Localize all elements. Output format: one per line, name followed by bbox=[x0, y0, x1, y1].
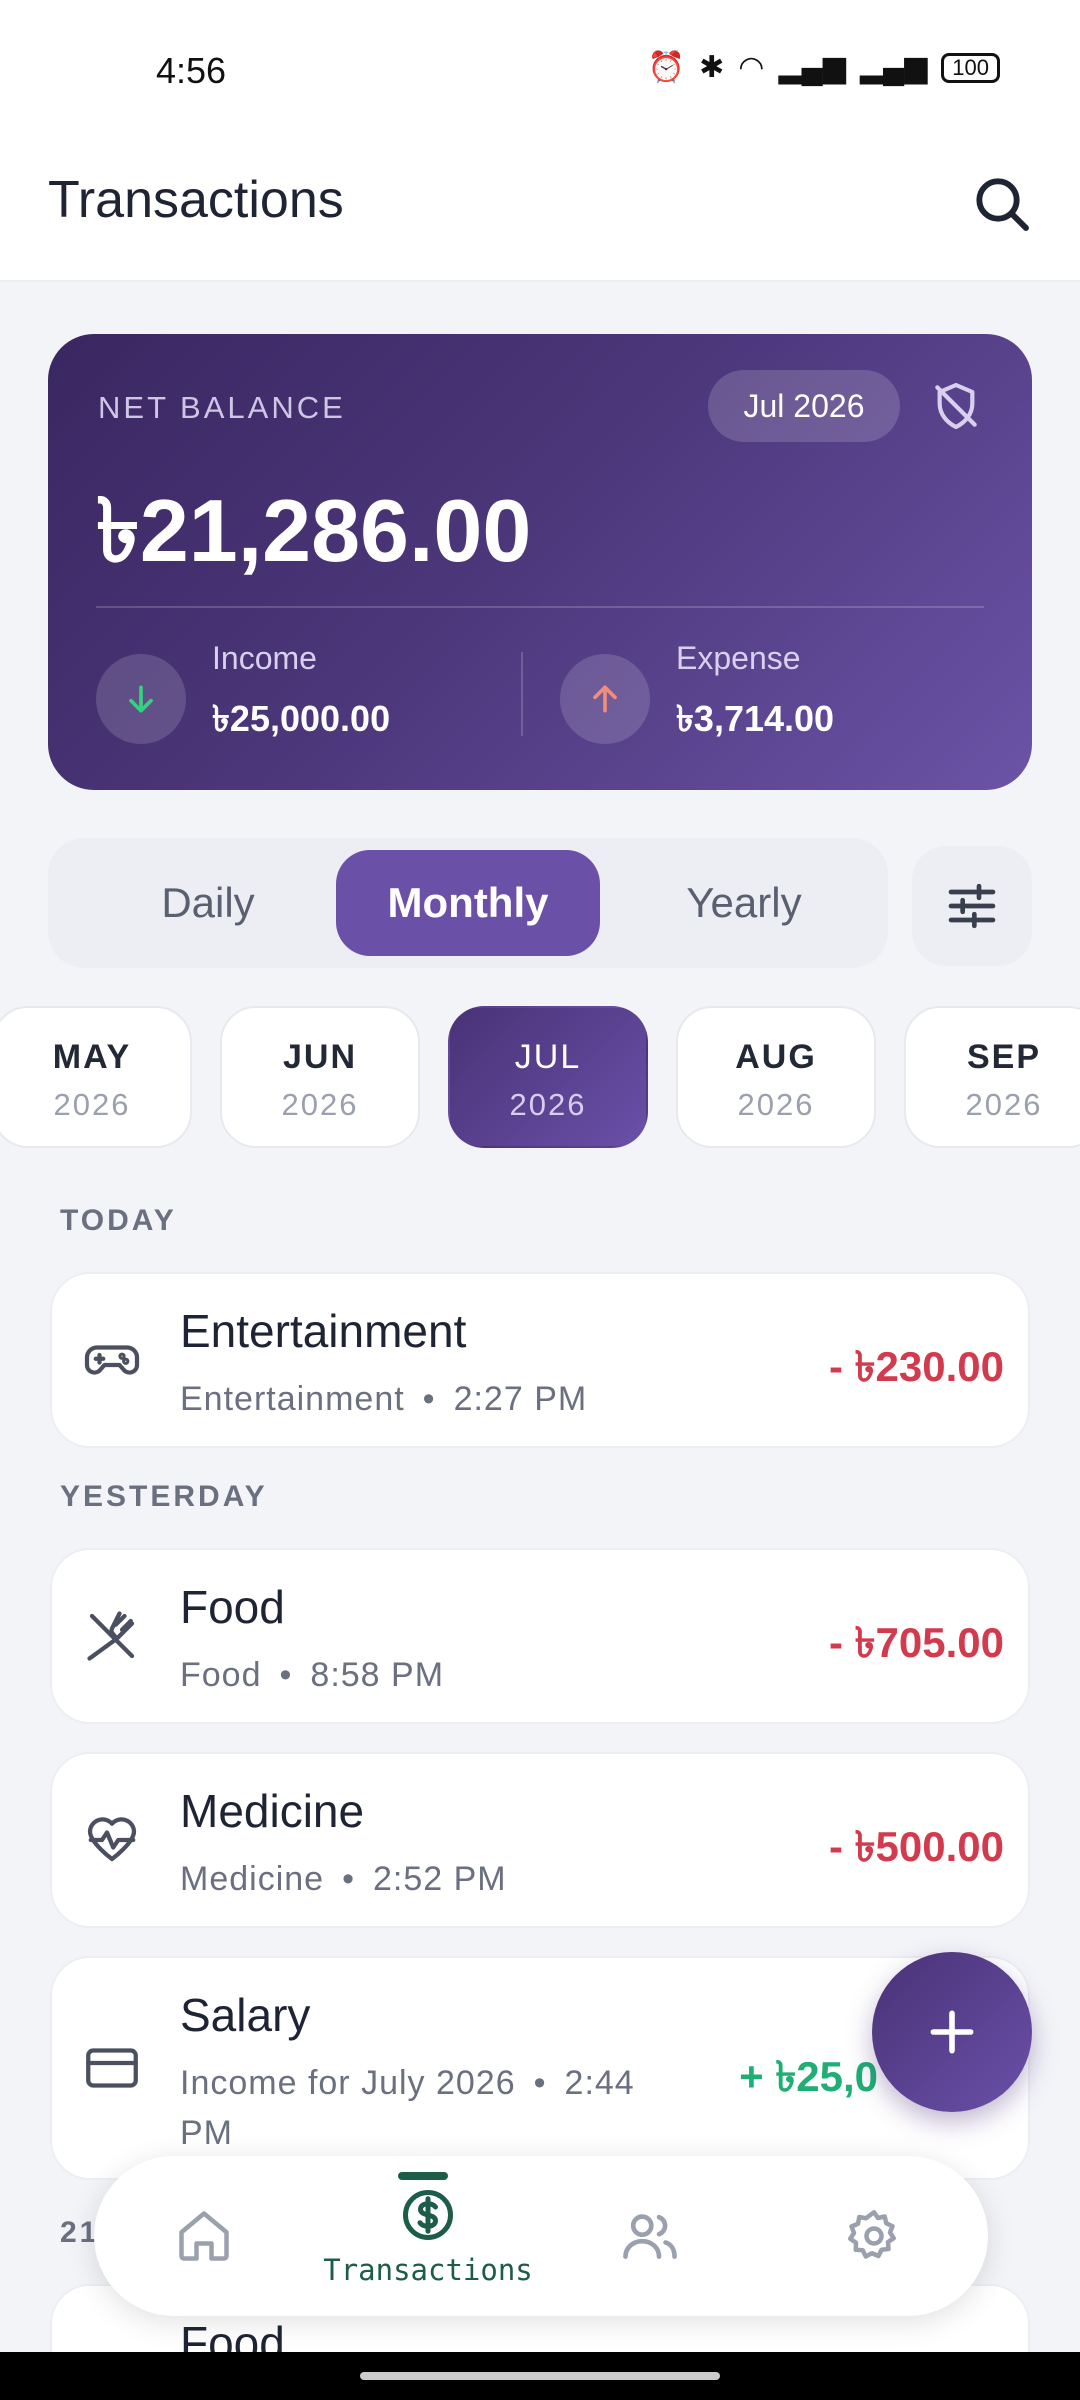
wifi-icon: ◠ bbox=[738, 51, 765, 84]
period-tabs: Daily Monthly Yearly bbox=[48, 838, 888, 968]
expense-value: ৳3,714.00 bbox=[676, 698, 835, 739]
transaction-amount: - ৳500.00 bbox=[828, 1823, 1004, 1870]
month-name: JUN bbox=[282, 1038, 358, 1076]
month-chip[interactable]: MAY 2026 bbox=[0, 1006, 192, 1148]
expense-label: Expense bbox=[676, 640, 801, 676]
month-chip[interactable]: SEP 2026 bbox=[904, 1006, 1080, 1148]
status-bar: 4:56 ⏰ ✱ ◠ ▂▄▆ ▂▄▆ 100 bbox=[0, 0, 1080, 140]
bluetooth-icon: ✱ bbox=[699, 51, 725, 84]
battery-icon: 100 bbox=[941, 52, 1000, 83]
stat-separator bbox=[521, 652, 523, 736]
bottom-nav: Transactions bbox=[94, 2156, 988, 2316]
transaction-subtitle: Income for July 2026 • 2:44 bbox=[180, 2064, 635, 2102]
nav-home[interactable] bbox=[114, 2156, 294, 2316]
section-yesterday: YESTERDAY bbox=[60, 1480, 268, 1513]
income-label: Income bbox=[212, 640, 317, 676]
income-arrow-icon bbox=[96, 654, 186, 744]
nav-transactions-label: Transactions bbox=[323, 2253, 533, 2287]
month-name: SEP bbox=[966, 1038, 1042, 1076]
users-icon bbox=[623, 2214, 677, 2259]
month-year: 2026 bbox=[509, 1087, 587, 1122]
page-title: Transactions bbox=[48, 171, 344, 229]
expense-stat: Expense ৳3,714.00 bbox=[560, 634, 980, 754]
balance-divider bbox=[96, 606, 984, 608]
tab-daily[interactable]: Daily bbox=[78, 850, 338, 956]
search-icon bbox=[976, 178, 1029, 231]
credit-card-icon bbox=[80, 2036, 144, 2100]
month-chip-selected[interactable]: JUL 2026 bbox=[448, 1006, 648, 1148]
income-stat: Income ৳25,000.00 bbox=[96, 634, 496, 754]
home-gesture-handle[interactable] bbox=[360, 2372, 720, 2380]
month-chip[interactable]: AUG 2026 bbox=[676, 1006, 876, 1148]
transaction-amount: - ৳230.00 bbox=[828, 1343, 1004, 1390]
transaction-row[interactable]: Medicine Medicine • 2:52 PM - ৳500.00 bbox=[50, 1752, 1030, 1928]
expense-arrow-icon bbox=[560, 654, 650, 744]
month-name: AUG bbox=[735, 1038, 817, 1076]
privacy-toggle[interactable] bbox=[922, 372, 990, 440]
month-name: MAY bbox=[52, 1038, 132, 1076]
transaction-title: Entertainment bbox=[180, 1305, 467, 1357]
month-year: 2026 bbox=[965, 1087, 1043, 1122]
transaction-subtitle: Food • 8:58 PM bbox=[180, 1656, 445, 1694]
heartbeat-icon bbox=[80, 1808, 144, 1872]
alarm-icon: ⏰ bbox=[647, 51, 686, 84]
app-header: Transactions bbox=[0, 140, 1080, 282]
plus-icon bbox=[930, 2010, 974, 2054]
balance-period-pill[interactable]: Jul 2026 bbox=[708, 370, 900, 442]
nav-settings[interactable] bbox=[784, 2156, 964, 2316]
net-balance-amount: ৳21,286.00 bbox=[96, 481, 532, 580]
month-year: 2026 bbox=[281, 1087, 359, 1122]
nav-active-indicator bbox=[398, 2172, 448, 2180]
transaction-row[interactable]: Food Food • 8:58 PM - ৳705.00 bbox=[50, 1548, 1030, 1724]
shield-off-icon bbox=[935, 382, 977, 430]
transaction-amount: + ৳25,0 bbox=[739, 2053, 878, 2100]
balance-card: NET BALANCE Jul 2026 ৳21,286.00 Income ৳… bbox=[48, 334, 1032, 790]
transaction-title: Medicine bbox=[180, 1785, 365, 1837]
system-nav-bar bbox=[0, 2352, 1080, 2400]
transaction-subtitle-wrap: PM bbox=[180, 2114, 233, 2152]
signal-icon-2: ▂▄▆ bbox=[859, 51, 928, 84]
month-chip[interactable]: JUN 2026 bbox=[220, 1006, 420, 1148]
signal-icon: ▂▄▆ bbox=[778, 51, 846, 84]
filter-button[interactable] bbox=[912, 846, 1032, 966]
tab-yearly[interactable]: Yearly bbox=[614, 850, 874, 956]
transaction-subtitle: Entertainment • 2:27 PM bbox=[180, 1380, 588, 1418]
tab-monthly[interactable]: Monthly bbox=[336, 850, 600, 956]
month-year: 2026 bbox=[53, 1087, 131, 1122]
nav-people[interactable] bbox=[560, 2156, 740, 2316]
nav-transactions[interactable]: Transactions bbox=[323, 2156, 533, 2316]
gamepad-icon bbox=[80, 1328, 144, 1392]
gear-icon bbox=[848, 2210, 896, 2259]
add-transaction-button[interactable] bbox=[872, 1952, 1032, 2112]
section-today: TODAY bbox=[60, 1204, 177, 1237]
balance-label: NET BALANCE bbox=[98, 390, 346, 425]
search-button[interactable] bbox=[960, 162, 1044, 246]
sliders-icon bbox=[948, 883, 996, 929]
fork-knife-icon bbox=[80, 1604, 144, 1668]
transaction-row[interactable]: Entertainment Entertainment • 2:27 PM - ৳2… bbox=[50, 1272, 1030, 1448]
income-value: ৳25,000.00 bbox=[212, 698, 391, 739]
transaction-title: Salary bbox=[180, 1989, 311, 2041]
status-time: 4:56 bbox=[156, 50, 227, 91]
month-selector: MAY 2026 JUN 2026 JUL 2026 AUG 2026 SEP … bbox=[0, 1006, 1080, 1150]
status-icons: ⏰ ✱ ◠ ▂▄▆ ▂▄▆ 100 bbox=[648, 50, 1000, 85]
transaction-title: Food bbox=[180, 1581, 285, 1633]
dollar-circle-icon bbox=[403, 2190, 453, 2240]
transaction-amount: - ৳705.00 bbox=[828, 1619, 1004, 1666]
transaction-subtitle: Medicine • 2:52 PM bbox=[180, 1860, 507, 1898]
home-icon bbox=[179, 2211, 229, 2261]
month-year: 2026 bbox=[737, 1087, 815, 1122]
month-name: JUL bbox=[514, 1038, 582, 1076]
